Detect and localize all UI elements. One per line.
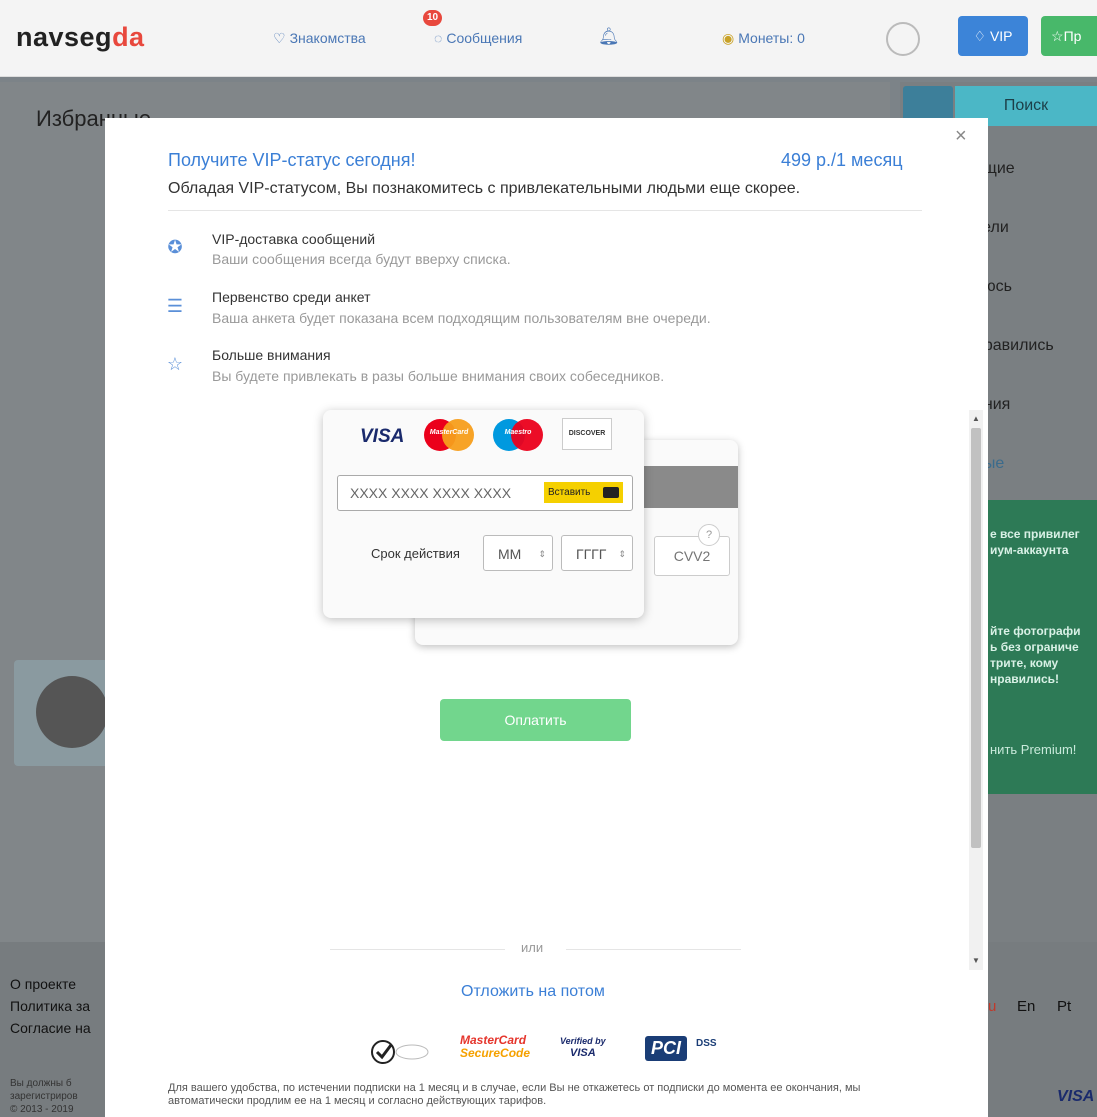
coins-icon: ◉ (722, 30, 735, 46)
nav-dating-link[interactable]: ♡ Знакомства (273, 30, 366, 47)
promo-line: е все привилег (990, 527, 1080, 541)
top-navigation-bar: navsegda ♡ Знакомства 10 ◌ Сообщения 🔔︎ ◉ М… (0, 0, 1097, 77)
expiry-month-select[interactable]: MM ⇕ (483, 535, 553, 571)
diamond-icon: ♢ (973, 28, 987, 44)
feature-description: Ваши сообщения всегда будут вверху списк… (212, 251, 511, 267)
stars-icon: ☆ (166, 354, 184, 374)
pay-button[interactable]: Оплатить (440, 699, 631, 741)
cvv-help-icon[interactable]: ? (698, 524, 720, 546)
card-icon (603, 487, 619, 498)
lang-en[interactable]: En (1017, 998, 1035, 1015)
mastercard-logo: MasterCard (424, 419, 474, 451)
star-icon: ☆ (1051, 28, 1064, 44)
get-premium-link[interactable]: нить Premium! (990, 742, 1076, 757)
lang-ru[interactable]: u (988, 998, 996, 1015)
footer-link-consent[interactable]: Согласие на (10, 1020, 91, 1036)
or-separator: или (521, 940, 544, 955)
footer-link-about[interactable]: О проекте (10, 976, 76, 992)
divider (330, 949, 505, 950)
footer-note: зарегистриров (10, 1091, 78, 1102)
hearts-icon: ♡ (273, 30, 286, 46)
dss-badge: DSS (696, 1038, 717, 1049)
pci-badge: PCI (645, 1036, 688, 1061)
card-number-placeholder[interactable]: XXXX XXXX XXXX XXXX (350, 485, 511, 501)
visa-logo: VISA (1057, 1088, 1095, 1105)
vip-button[interactable]: ♢ VIP (958, 16, 1028, 56)
visa-logo: VISA (360, 426, 405, 447)
promo-line: трите, кому (990, 656, 1059, 670)
scroll-up-arrow[interactable]: ▲ (972, 414, 980, 423)
lang-pt[interactable]: Pt (1057, 998, 1071, 1015)
promo-line: ь без ограниче (990, 640, 1079, 654)
profile-avatar (36, 676, 108, 748)
postpone-link[interactable]: Отложить на потом (461, 983, 605, 1001)
modal-title: Получите VIP-статус сегодня! (168, 150, 416, 170)
premium-button[interactable]: ☆Пр (1041, 16, 1097, 56)
promo-line: йте фотографи (990, 624, 1081, 638)
subscription-disclaimer: Для вашего удобства, по истечении подпис… (168, 1082, 861, 1107)
vip-price: 499 р./1 месяц (781, 150, 903, 170)
feature-title: Больше внимания (212, 347, 331, 363)
feature-description: Ваша анкета будет показана всем подходящ… (212, 310, 711, 326)
chat-icon: ◌ (434, 30, 443, 46)
magnetic-stripe (635, 466, 738, 508)
paste-button[interactable]: Вставить (544, 482, 623, 503)
site-logo[interactable]: navsegda (16, 22, 145, 53)
user-avatar-menu[interactable] (886, 22, 920, 56)
divider (566, 949, 741, 950)
footer-copyright: © 2013 - 2019 (10, 1104, 74, 1115)
divider (168, 210, 922, 211)
maestro-logo: Maestro (493, 419, 543, 451)
bell-icon[interactable]: 🔔︎ (598, 27, 620, 47)
discover-logo: DISCOVER (562, 418, 612, 450)
expiry-label: Срок действия (371, 546, 460, 561)
promo-line: нравились! (990, 672, 1060, 686)
stepper-icon: ⇕ (538, 549, 546, 559)
nav-coins-link[interactable]: ◉ Монеты: 0 (722, 30, 805, 47)
message-star-icon: ✪ (167, 237, 183, 257)
verified-by-visa-badge: Verified by VISA (560, 1036, 606, 1059)
footer-link-policy[interactable]: Политика за (10, 998, 90, 1014)
messages-count-badge: 10 (423, 10, 443, 26)
scrollbar-thumb[interactable] (971, 428, 981, 848)
feature-title: VIP-доставка сообщений (212, 231, 376, 247)
feature-description: Вы будете привлекать в разы больше внима… (212, 368, 665, 384)
cvv-input[interactable] (654, 536, 730, 576)
feature-title: Первенство среди анкет (212, 289, 371, 305)
profile-star-icon: ☰ (166, 296, 184, 316)
modal-subtitle: Обладая VIP-статусом, Вы познакомитесь с… (168, 180, 801, 197)
expiry-year-select[interactable]: ГГГГ ⇕ (561, 535, 633, 571)
footer-note: Вы должны б (10, 1078, 72, 1089)
nav-messages-link[interactable]: ◌ Сообщения (434, 30, 522, 46)
close-icon[interactable]: × (955, 126, 967, 146)
secure-check-badge-icon (371, 1040, 429, 1064)
promo-line: иум-аккаунта (990, 543, 1069, 557)
scroll-down-arrow[interactable]: ▼ (972, 956, 980, 965)
mastercard-securecode-badge: MasterCard SecureCode (460, 1033, 531, 1060)
stepper-icon: ⇕ (618, 549, 626, 559)
